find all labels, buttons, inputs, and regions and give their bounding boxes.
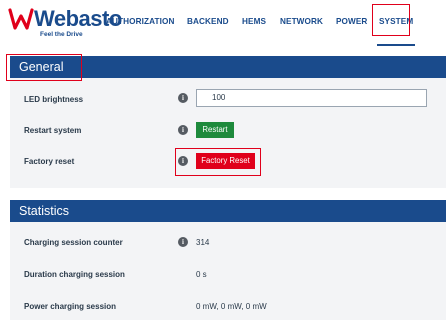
info-icon[interactable]: i: [178, 93, 188, 103]
power-session-label: Power charging session: [24, 302, 117, 311]
power-session-value: 0 mW, 0 mW, 0 mW: [196, 302, 267, 311]
session-counter-label: Charging session counter: [24, 238, 123, 247]
duration-session-value: 0 s: [196, 270, 207, 279]
session-counter-value: 314: [196, 238, 210, 247]
system-tab-highlight: [372, 4, 410, 36]
general-title-highlight: [6, 54, 82, 81]
factory-reset-highlight: [175, 148, 261, 176]
statistics-section-header: Statistics: [10, 200, 446, 222]
webasto-logo-icon: [8, 8, 34, 30]
duration-session-label: Duration charging session: [24, 270, 125, 279]
nav-authorization[interactable]: AUTHORIZATION: [106, 17, 174, 26]
nav-backend[interactable]: BACKEND: [187, 17, 229, 26]
restart-system-label: Restart system: [24, 126, 82, 135]
restart-button[interactable]: Restart: [196, 122, 234, 138]
info-icon[interactable]: i: [178, 237, 188, 247]
nav-hems[interactable]: HEMS: [242, 17, 266, 26]
nav-power[interactable]: POWER: [336, 17, 367, 26]
led-brightness-label: LED brightness: [24, 95, 84, 104]
brand-tagline: Feel the Drive: [40, 31, 83, 38]
statistics-section-title: Statistics: [19, 204, 70, 218]
top-navigation-bar: Webasto Feel the Drive AUTHORIZATION BAC…: [0, 0, 446, 46]
factory-reset-label: Factory reset: [24, 157, 75, 166]
nav-network[interactable]: NETWORK: [280, 17, 323, 26]
webasto-logo[interactable]: Webasto Feel the Drive: [6, 4, 122, 42]
led-brightness-input[interactable]: 100: [196, 89, 427, 107]
info-icon[interactable]: i: [178, 125, 188, 135]
